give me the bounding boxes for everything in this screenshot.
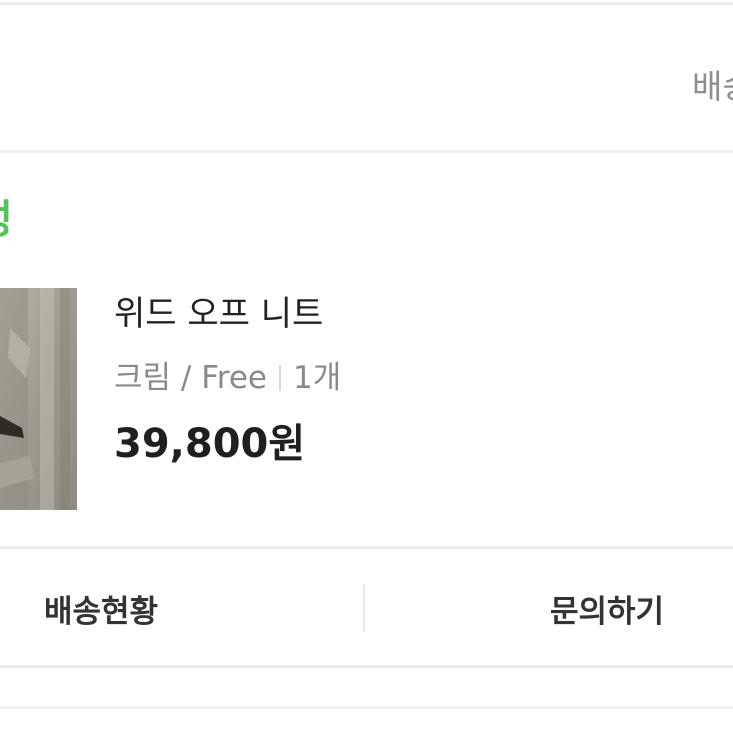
inquiry-label: 문의하기 (550, 593, 665, 630)
product-options: 크림 / Free 1개 (114, 356, 341, 400)
order-list-page: 배송 성 위드 오프 니트 크림 / Free 1개 39,800원 (0, 0, 733, 733)
actions-bottom-divider (0, 665, 733, 668)
product-thumbnail-image (0, 288, 77, 510)
order-header-right-text[interactable]: 배송 (692, 65, 733, 109)
actions-divider (363, 584, 365, 632)
product-price: 39,800원 (114, 421, 306, 467)
shipping-status-label: 배송현황 (44, 593, 159, 630)
option-separator (279, 365, 281, 391)
option-slash: / (171, 360, 202, 396)
shipping-status-button[interactable]: 배송현황 (0, 549, 364, 667)
product-name[interactable]: 위드 오프 니트 (114, 290, 323, 338)
inquiry-button[interactable]: 문의하기 (367, 549, 733, 667)
order-status-text: 성 (0, 192, 13, 248)
option-size: Free (201, 360, 267, 396)
header-divider (0, 150, 733, 153)
option-quantity: 1개 (293, 360, 342, 396)
option-color: 크림 (114, 360, 172, 396)
bottom-divider (0, 706, 733, 709)
product-thumbnail[interactable] (0, 288, 77, 510)
order-header-row: 배송 (0, 5, 733, 150)
